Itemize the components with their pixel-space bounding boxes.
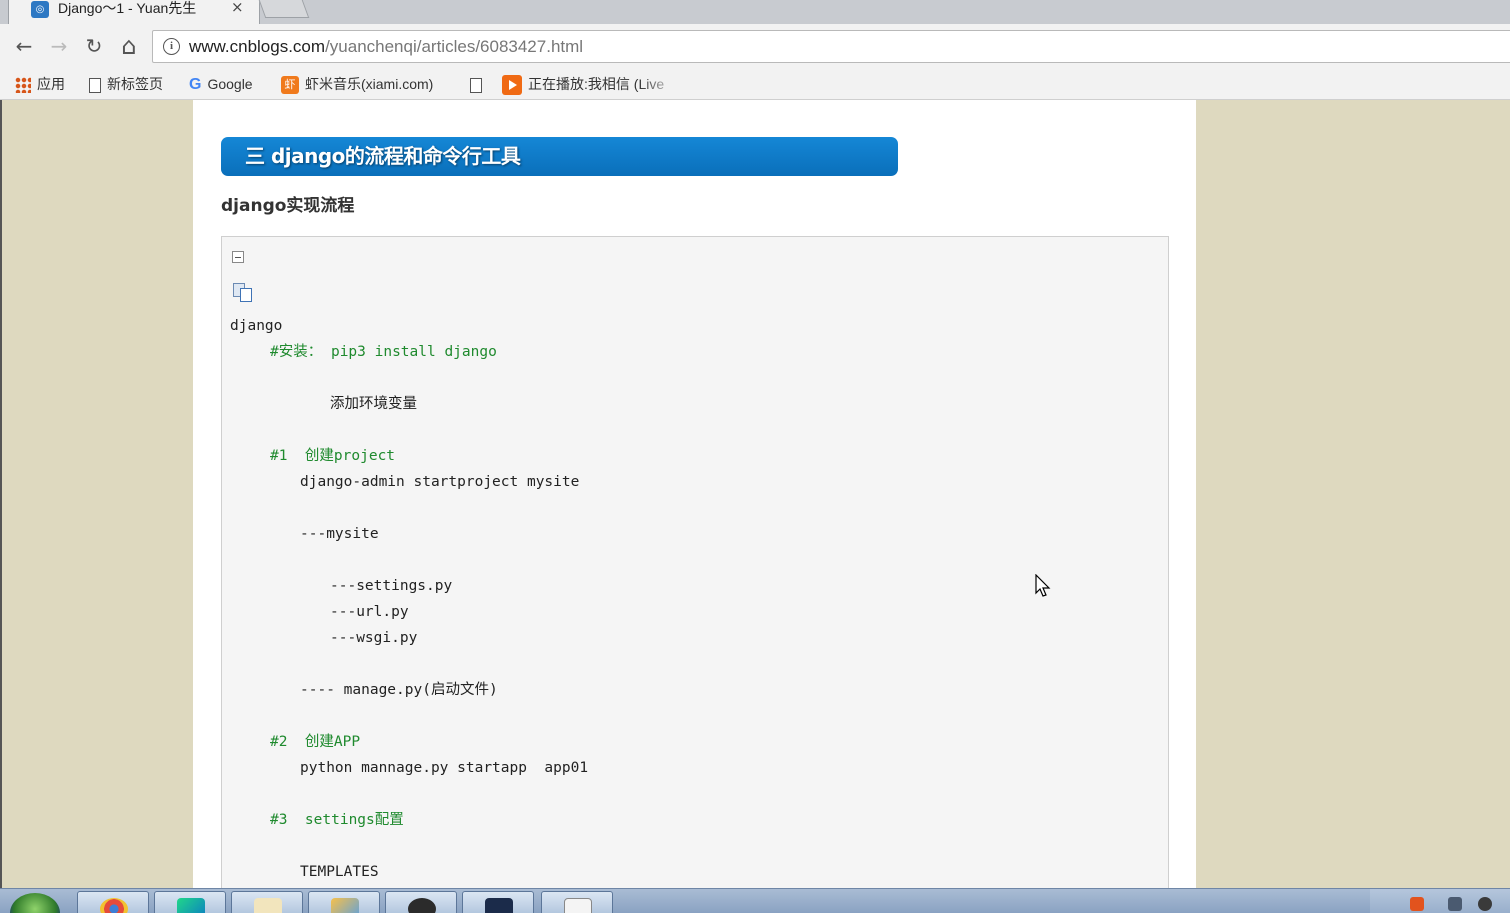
folder-icon <box>254 898 282 913</box>
pycharm-icon <box>177 898 205 913</box>
terminal-icon <box>485 898 513 913</box>
windows-taskbar <box>0 888 1510 913</box>
code-line: ---settings.py <box>330 578 453 594</box>
collapse-toggle-icon[interactable] <box>232 251 244 263</box>
forward-arrow-icon[interactable]: → <box>46 33 72 59</box>
sub-heading: django实现流程 <box>221 196 355 216</box>
window-border <box>0 100 2 888</box>
bookmark-xiami[interactable]: 虾虾米音乐(xiami.com) <box>281 73 433 95</box>
bookmark-new-tab[interactable]: 新标签页 <box>89 73 163 95</box>
bookmark-google[interactable]: G Google <box>189 73 253 95</box>
tray-app-icon[interactable] <box>1410 897 1424 911</box>
reload-icon[interactable]: ↻ <box>81 33 107 59</box>
mouse-cursor-icon <box>1035 574 1051 597</box>
code-line: ---- manage.py(启动文件) <box>300 682 498 698</box>
browser-toolbar: ← → ↻ ⌂ i www.cnblogs.com/yuanchenqi/art… <box>0 24 1510 69</box>
xiami-icon: 虾 <box>281 76 299 95</box>
code-line: django-admin startproject mysite <box>300 474 580 490</box>
bookmark-label: 虾米音乐(xiami.com) <box>305 76 434 92</box>
back-arrow-icon[interactable]: ← <box>11 33 37 59</box>
taskbar-terminal[interactable] <box>462 891 534 913</box>
code-comment: #安装： pip3 install django <box>270 344 497 360</box>
code-line: TEMPLATES <box>300 864 379 880</box>
taskbar-paint[interactable] <box>308 891 380 913</box>
play-icon <box>502 75 522 96</box>
taskbar-folder[interactable] <box>231 891 303 913</box>
code-line: 添加环境变量 <box>330 396 417 412</box>
page-viewport[interactable]: 三 django的流程和命令行工具 django实现流程 django #安装：… <box>0 100 1510 888</box>
google-icon: G <box>189 76 202 94</box>
bookmarks-fade <box>640 72 680 96</box>
url-host: www.cnblogs.com <box>189 37 326 56</box>
code-block: django #安装： pip3 install django 添加环境变量 #… <box>221 236 1169 888</box>
bookmark-label: 应用 <box>37 76 65 92</box>
system-tray <box>1370 889 1510 913</box>
page-icon <box>470 77 482 93</box>
taskbar-notepad[interactable] <box>541 891 613 913</box>
avatar-icon <box>408 898 436 913</box>
notepad-icon <box>564 898 592 913</box>
article-body: 三 django的流程和命令行工具 django实现流程 django #安装：… <box>193 100 1196 888</box>
apps-icon <box>15 77 31 94</box>
tray-volume-icon[interactable] <box>1448 897 1462 911</box>
taskbar-avatar-app[interactable] <box>385 891 457 913</box>
paint-icon <box>331 898 359 913</box>
url-text[interactable]: www.cnblogs.com/yuanchenqi/articles/6083… <box>189 37 583 57</box>
code-line: python mannage.py startapp app01 <box>300 760 589 776</box>
code-line: ---wsgi.py <box>330 630 418 646</box>
address-bar[interactable]: i www.cnblogs.com/yuanchenqi/articles/60… <box>152 30 1510 63</box>
page-icon <box>89 77 101 93</box>
browser-tab[interactable]: ◎ Django～1 - Yuan先生 × <box>8 0 260 24</box>
bookmarks-bar: 应用 新标签页 G Google 虾虾米音乐(xiami.com) 正在播放:我相… <box>0 69 1510 100</box>
page-favicon-icon: ◎ <box>31 1 49 18</box>
code-comment: #3 settings配置 <box>270 812 404 828</box>
code-comment: #2 创建APP <box>270 734 361 750</box>
tray-network-icon[interactable] <box>1478 897 1492 911</box>
tab-strip: ◎ Django～1 - Yuan先生 × <box>0 0 1510 24</box>
taskbar-chrome[interactable] <box>77 891 149 913</box>
bookmark-apps[interactable]: 应用 <box>15 73 65 95</box>
section-title: 三 django的流程和命令行工具 <box>245 144 521 168</box>
url-path: /yuanchenqi/articles/6083427.html <box>325 37 584 56</box>
chrome-icon <box>100 898 128 913</box>
home-icon[interactable]: ⌂ <box>116 33 142 59</box>
bookmark-page[interactable] <box>470 73 488 95</box>
code-line: django <box>230 318 283 334</box>
bookmark-label: 新标签页 <box>107 76 163 92</box>
taskbar-pycharm[interactable] <box>154 891 226 913</box>
new-tab-button[interactable] <box>258 0 310 18</box>
section-title-bar: 三 django的流程和命令行工具 <box>221 137 898 176</box>
code-comment: #1 创建project <box>270 448 396 464</box>
copy-code-icon[interactable] <box>233 283 255 303</box>
start-button-icon[interactable] <box>10 893 60 913</box>
site-info-icon[interactable]: i <box>163 38 180 55</box>
code-line: ---mysite <box>300 526 379 542</box>
tab-title: Django～1 - Yuan先生 <box>58 0 197 16</box>
tab-close-icon[interactable]: × <box>231 0 244 15</box>
bookmark-label: Google <box>207 76 253 92</box>
code-line: ---url.py <box>330 604 409 620</box>
